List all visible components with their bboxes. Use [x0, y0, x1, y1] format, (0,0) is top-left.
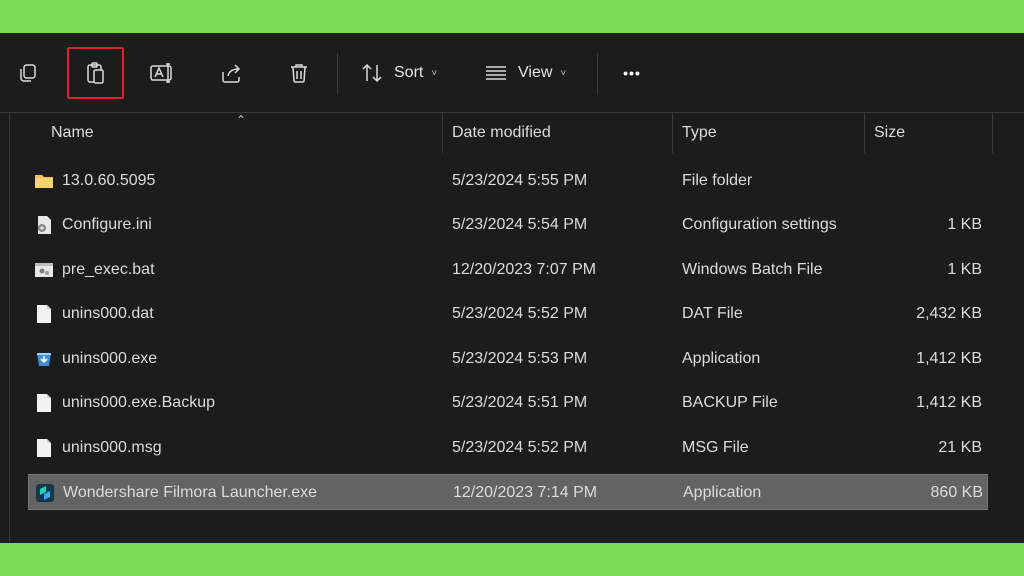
file-name: unins000.exe.Backup [62, 394, 215, 411]
toolbar-separator [597, 53, 598, 95]
file-row[interactable]: unins000.exe.Backup 5/23/2024 5:51 PM BACK… [28, 385, 988, 421]
file-date-modified: 12/20/2023 7:07 PM [452, 261, 597, 278]
file-size: 1,412 KB [916, 394, 982, 411]
file-type: BACKUP File [682, 394, 778, 411]
file-size: 21 KB [938, 439, 982, 456]
file-row[interactable]: unins000.dat 5/23/2024 5:52 PM DAT File 2,4… [28, 296, 988, 332]
file-name: unins000.dat [62, 305, 154, 322]
delete-button[interactable] [277, 49, 321, 97]
pane-edge [9, 113, 10, 543]
share-icon [222, 64, 241, 83]
file-date-modified: 5/23/2024 5:55 PM [452, 172, 588, 189]
file-size: 1 KB [947, 216, 982, 233]
chevron-down-icon: ˅ [560, 67, 567, 79]
file-name: Wondershare Filmora Launcher.exe [63, 484, 318, 501]
file-type: Application [682, 350, 761, 367]
file-icon [34, 393, 54, 413]
filmora-app-icon [35, 483, 55, 503]
column-divider[interactable] [992, 113, 993, 153]
file-row[interactable]: Configure.ini 5/23/2024 5:54 PM Configurat… [28, 207, 988, 243]
file-name: unins000.exe [62, 350, 158, 367]
column-divider[interactable] [442, 113, 443, 153]
folder-icon [34, 171, 54, 191]
file-explorer-window: Sort ˅ View ˅ ••• ⌃ Name Date modified T… [0, 33, 1024, 543]
file-icon [34, 438, 54, 458]
file-row[interactable]: pre_exec.bat 12/20/2023 7:07 PM Windows Ba… [28, 252, 988, 288]
file-size: 860 KB [930, 484, 983, 501]
sort-button[interactable]: Sort ˅ [352, 49, 462, 97]
view-button[interactable]: View ˅ [476, 49, 588, 97]
file-name: unins000.msg [62, 439, 162, 456]
file-type: Windows Batch File [682, 261, 823, 278]
settings-file-icon [34, 215, 54, 235]
file-date-modified: 5/23/2024 5:52 PM [452, 305, 588, 322]
file-date-modified: 5/23/2024 5:51 PM [452, 394, 588, 411]
view-label: View [518, 64, 553, 81]
file-row[interactable]: unins000.msg 5/23/2024 5:52 PM MSG File 21 … [28, 430, 988, 466]
copy-button[interactable] [6, 49, 50, 97]
command-bar: Sort ˅ View ˅ ••• [0, 33, 1024, 113]
rename-icon [150, 63, 172, 83]
file-row[interactable]: Wondershare Filmora Launcher.exe 12/20/20… [28, 474, 988, 510]
file-date-modified: 12/20/2023 7:14 PM [453, 484, 598, 501]
column-divider[interactable] [864, 113, 865, 153]
file-icon [34, 304, 54, 324]
file-type: File folder [682, 172, 753, 189]
file-type: MSG File [682, 439, 749, 456]
chevron-down-icon: ˅ [431, 67, 438, 79]
column-divider[interactable] [672, 113, 673, 153]
file-date-modified: 5/23/2024 5:52 PM [452, 439, 588, 456]
file-date-modified: 5/23/2024 5:53 PM [452, 350, 588, 367]
installer-icon [34, 349, 54, 369]
file-type: Configuration settings [682, 216, 837, 233]
toolbar-separator [337, 53, 338, 95]
file-type: Application [683, 484, 762, 501]
file-date-modified: 5/23/2024 5:54 PM [452, 216, 588, 233]
trash-icon [291, 64, 307, 83]
file-row[interactable]: unins000.exe 5/23/2024 5:53 PM Application… [28, 341, 988, 377]
sort-icon [362, 63, 382, 83]
column-header-row: ⌃ Name Date modified Type Size [0, 113, 1024, 153]
file-list: ⌃ Name Date modified Type Size 13.0.60.5… [0, 113, 1024, 543]
file-size [872, 163, 982, 199]
column-header-size[interactable]: Size [874, 113, 992, 153]
share-button[interactable] [209, 49, 253, 97]
column-header-name[interactable]: Name [51, 113, 441, 153]
batch-file-icon [34, 260, 54, 280]
file-size: 2,432 KB [916, 305, 982, 322]
file-name: pre_exec.bat [62, 261, 155, 278]
file-size: 1 KB [947, 261, 982, 278]
sort-label: Sort [394, 64, 424, 81]
more-icon: ••• [623, 65, 641, 81]
file-name: 13.0.60.5095 [62, 172, 156, 189]
copy-icon [20, 64, 36, 82]
file-row[interactable]: 13.0.60.5095 5/23/2024 5:55 PM File folder [28, 163, 988, 199]
paste-icon [86, 62, 104, 84]
file-type: DAT File [682, 305, 743, 322]
file-size: 1,412 KB [916, 350, 982, 367]
more-options-button[interactable]: ••• [610, 49, 654, 97]
paste-button[interactable] [67, 47, 124, 99]
list-view-icon [486, 66, 506, 80]
rename-button[interactable] [140, 49, 184, 97]
file-name: Configure.ini [62, 216, 152, 233]
column-header-type[interactable]: Type [682, 113, 864, 153]
column-header-date[interactable]: Date modified [452, 113, 672, 153]
